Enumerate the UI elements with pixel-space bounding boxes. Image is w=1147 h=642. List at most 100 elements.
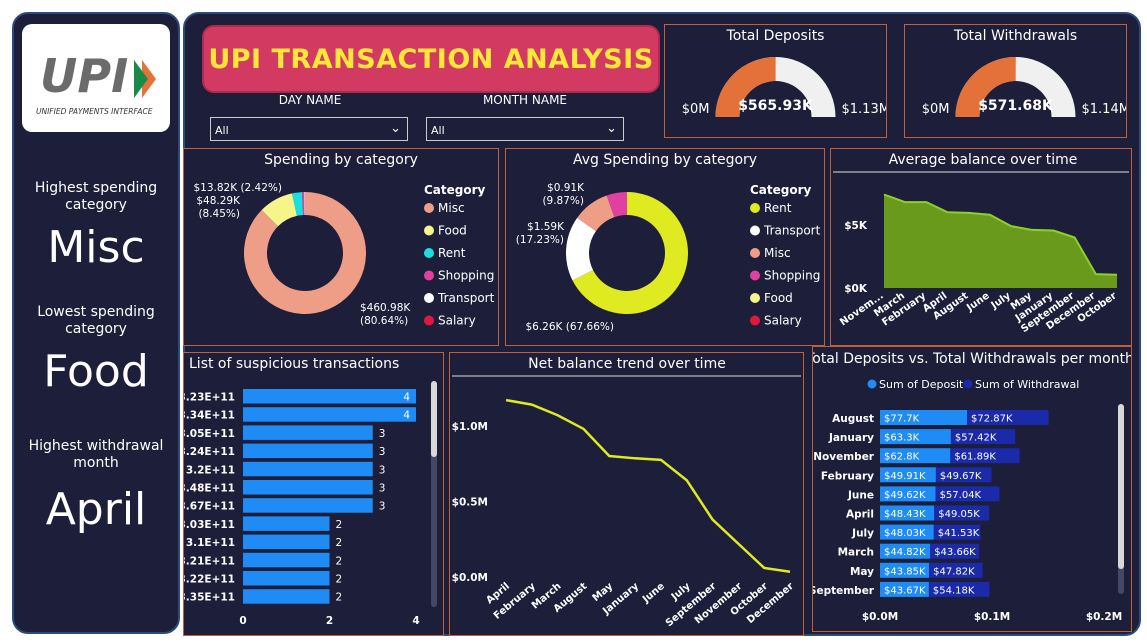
data-label: 2 [336, 592, 343, 604]
y-tick-label: 3.2E+11 [186, 464, 235, 476]
y-tick-label: $0K [844, 283, 868, 295]
data-label: $62.8K [884, 452, 920, 463]
bar [243, 407, 416, 422]
avg-balance-chart: Average balance over time$5K$0KNovem...M… [833, 152, 1129, 335]
logo-title: UPI [40, 49, 128, 103]
bar [243, 498, 373, 513]
y-tick-label: 3.24E+11 [184, 446, 235, 458]
data-label: $13.82K (2.42%) [193, 182, 282, 194]
y-tick-label: 3.35E+11 [184, 592, 235, 604]
y-tick-label: 3.34E+11 [184, 410, 235, 422]
lowest-spending-value: Food [43, 346, 149, 397]
bar [243, 389, 416, 404]
bar [243, 425, 373, 440]
data-label: (80.64%) [360, 315, 408, 327]
data-label: 3 [379, 483, 386, 495]
y-tick-label: August [832, 413, 874, 425]
data-label: $49.62K [884, 490, 926, 501]
legend-label: Sum of Deposit [879, 378, 964, 391]
bar [243, 534, 330, 550]
data-label: (17.23%) [516, 234, 564, 246]
chart-title: Average balance over time [889, 152, 1078, 168]
data-label: $57.42K [955, 433, 997, 444]
bar [243, 552, 330, 568]
data-label: 3 [379, 428, 386, 440]
avg-spending-category-chart: Avg Spending by category $6.26K (67.66%) $… [516, 152, 821, 333]
legend-swatch [424, 293, 434, 303]
highest-withdrawal-label: Highest withdrawal month [28, 438, 164, 471]
y-tick-label: April [846, 509, 874, 521]
legend-swatch [750, 315, 760, 326]
gauge-title: Total Withdrawals [953, 28, 1077, 44]
logo-subtitle: UNIFIED PAYMENTS INTERFACE [36, 107, 153, 116]
legend-label: Transport [763, 224, 821, 238]
data-label: $77.7K [884, 414, 920, 425]
gauge-max: $1.14M [1082, 102, 1127, 117]
data-label: $6.26K (67.66%) [525, 321, 614, 333]
legend-label: Shopping [764, 269, 820, 283]
y-tick-label: March [838, 547, 874, 559]
gauge-min: $0M [682, 102, 710, 117]
data-label: $43.67K [884, 585, 926, 596]
data-label: $43.66K [934, 547, 976, 558]
bar [243, 571, 330, 586]
x-tick-label: 4 [412, 615, 419, 627]
data-label: 2 [336, 574, 343, 586]
x-tick-label: June [640, 581, 667, 606]
x-tick-label: July [989, 290, 1014, 312]
dashboard-title-banner: UPI TRANSACTION ANALYSIS [202, 25, 660, 93]
data-label: 2 [336, 537, 343, 549]
legend-label: Salary [764, 314, 802, 328]
legend-swatch [424, 225, 434, 236]
avg-balance-card: Average balance over time $5K $0K Novem... M… [830, 148, 1132, 346]
data-label: $49.67K [940, 471, 982, 482]
chart-title: Avg Spending by category [573, 152, 757, 168]
gauge-value: $571.68K [978, 98, 1054, 114]
y-tick-label: May [850, 566, 874, 578]
month-name-value: All [431, 124, 445, 137]
data-label: $57.04K [940, 490, 982, 501]
highest-spending-value: Misc [47, 222, 145, 273]
data-label: $54.18K [933, 585, 975, 596]
data-label: $0.91K [547, 182, 585, 194]
legend-label: Rent [438, 246, 466, 260]
y-tick-label: 3.1E+11 [186, 537, 235, 549]
chart-title: List of suspicious transactions [189, 356, 399, 372]
withdrawals-gauge: Total Withdrawals $571.68K $0M $1.14M [922, 28, 1130, 117]
deposits-gauge-card: Total Deposits $565.93K $0M $1.13M [664, 24, 890, 138]
y-tick-label: 3.48E+11 [184, 483, 235, 495]
x-tick-label: $0.1M [974, 611, 1010, 623]
data-label: 3 [379, 464, 386, 476]
y-tick-label: 3.67E+11 [184, 501, 235, 513]
y-tick-label: $0.5M [452, 496, 488, 508]
legend-swatch [963, 379, 973, 389]
y-tick-label: September [813, 585, 875, 597]
bar [243, 480, 373, 495]
legend-label: Food [764, 291, 793, 305]
legend-swatch [867, 379, 877, 389]
y-tick-label: 3.21E+11 [184, 555, 235, 567]
data-label: $49.05K [938, 509, 980, 520]
upi-logo: UPI UNIFIED PAYMENTS INTERFACE [22, 24, 170, 132]
month-name-dropdown[interactable]: All ⌄ [426, 117, 624, 141]
chart-title: Net balance trend over time [528, 356, 726, 372]
spending-category-chart: Spending by category $460.98K(80.64%) $48.… [193, 152, 494, 328]
data-label: $63.3K [884, 433, 920, 444]
data-label: 3 [379, 501, 386, 513]
day-name-dropdown[interactable]: All ⌄ [210, 117, 408, 141]
month-name-label: MONTH NAME [482, 93, 568, 107]
bar [243, 516, 330, 531]
legend-label: Shopping [438, 269, 494, 283]
chart-title: Spending by category [264, 152, 418, 168]
spending-category-card: Spending by category $460.98K (80.64%) $48.… [183, 148, 499, 346]
legend-swatch [750, 248, 760, 258]
data-label: $47.82K [933, 566, 975, 577]
suspicious-chart: List of suspicious transactions 3.23E+11 4… [179, 356, 437, 627]
x-tick-label: 0 [239, 615, 246, 627]
dashboard-title: UPI TRANSACTION ANALYSIS [208, 43, 654, 75]
y-tick-label: 3.03E+11 [184, 519, 235, 531]
y-tick-label: February [821, 470, 874, 482]
lowest-spending-label: Lowest spending category [37, 304, 155, 337]
legend-swatch [750, 225, 760, 236]
legend-label: Rent [764, 201, 792, 215]
